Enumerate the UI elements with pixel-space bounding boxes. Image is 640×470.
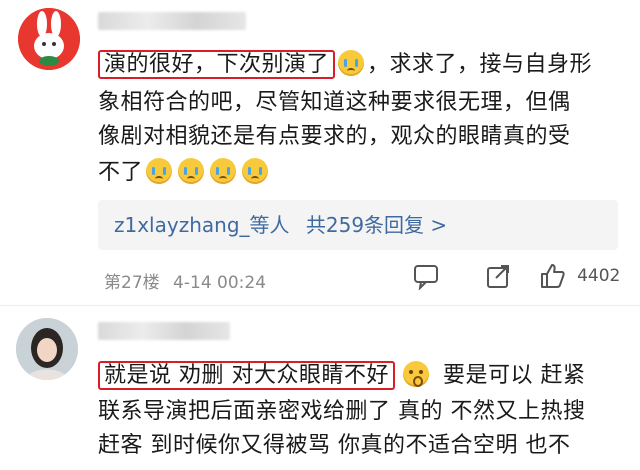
comment-text-line-3: 像剧对相貌还是有点要求的，观众的眼睛真的受 xyxy=(98,124,571,149)
comment-text-line-2: 联系导演把后面亲密戏给删了 真的 不然又上热搜 xyxy=(98,399,586,424)
crying-emoji-icon xyxy=(338,50,365,76)
comment-text-line-2: 象相符合的吧，尽管知道这种要求很无理，但偶 xyxy=(98,90,571,115)
share-icon[interactable] xyxy=(484,262,512,292)
replies-users: z1xlayzhang_等人 xyxy=(114,213,290,237)
highlighted-phrase: 就是说 劝删 对大众眼睛不好 xyxy=(98,361,395,390)
comment-meta: 第27楼 4-14 00:24 xyxy=(104,268,266,293)
rabbit-avatar-icon xyxy=(18,8,80,70)
crying-emoji-icon xyxy=(178,158,205,184)
comment-text-line-1: 就是说 劝删 对大众眼睛不好 要是可以 赶紧 xyxy=(98,359,586,393)
surprised-emoji-icon xyxy=(403,361,429,387)
floor-number: 第27楼 xyxy=(104,273,160,293)
username-blurred[interactable] xyxy=(98,12,246,30)
username-blurred[interactable] xyxy=(98,322,230,340)
divider xyxy=(0,305,640,306)
share-box-icon xyxy=(487,265,509,288)
comment-text-line-3: 赶客 到时候你又得被骂 你真的不适合空明 也不 xyxy=(98,433,571,458)
avatar[interactable] xyxy=(18,8,80,70)
crying-emoji-icon xyxy=(242,158,269,184)
user-photo-avatar-icon xyxy=(16,318,78,380)
replies-count-link[interactable]: 共259条回复 > xyxy=(306,213,447,237)
like-count: 4402 xyxy=(577,266,621,286)
comment-icon[interactable] xyxy=(412,262,440,292)
comment-bubble-icon xyxy=(414,265,438,291)
crying-emoji-icon xyxy=(146,158,173,184)
crying-emoji-icon xyxy=(210,158,237,184)
avatar[interactable] xyxy=(16,318,78,380)
comment-text-line-1: 演的很好，下次别演了 ，求求了，接与自身形 xyxy=(98,48,592,82)
like-button[interactable]: 4402 xyxy=(538,262,620,292)
replies-summary[interactable]: z1xlayzhang_等人 共259条回复 > xyxy=(98,200,618,250)
like-thumb-icon xyxy=(541,264,565,288)
highlighted-phrase: 演的很好，下次别演了 xyxy=(98,50,336,79)
comment-text-line-4: 不了 xyxy=(98,156,271,190)
comment-date: 4-14 00:24 xyxy=(173,273,267,293)
